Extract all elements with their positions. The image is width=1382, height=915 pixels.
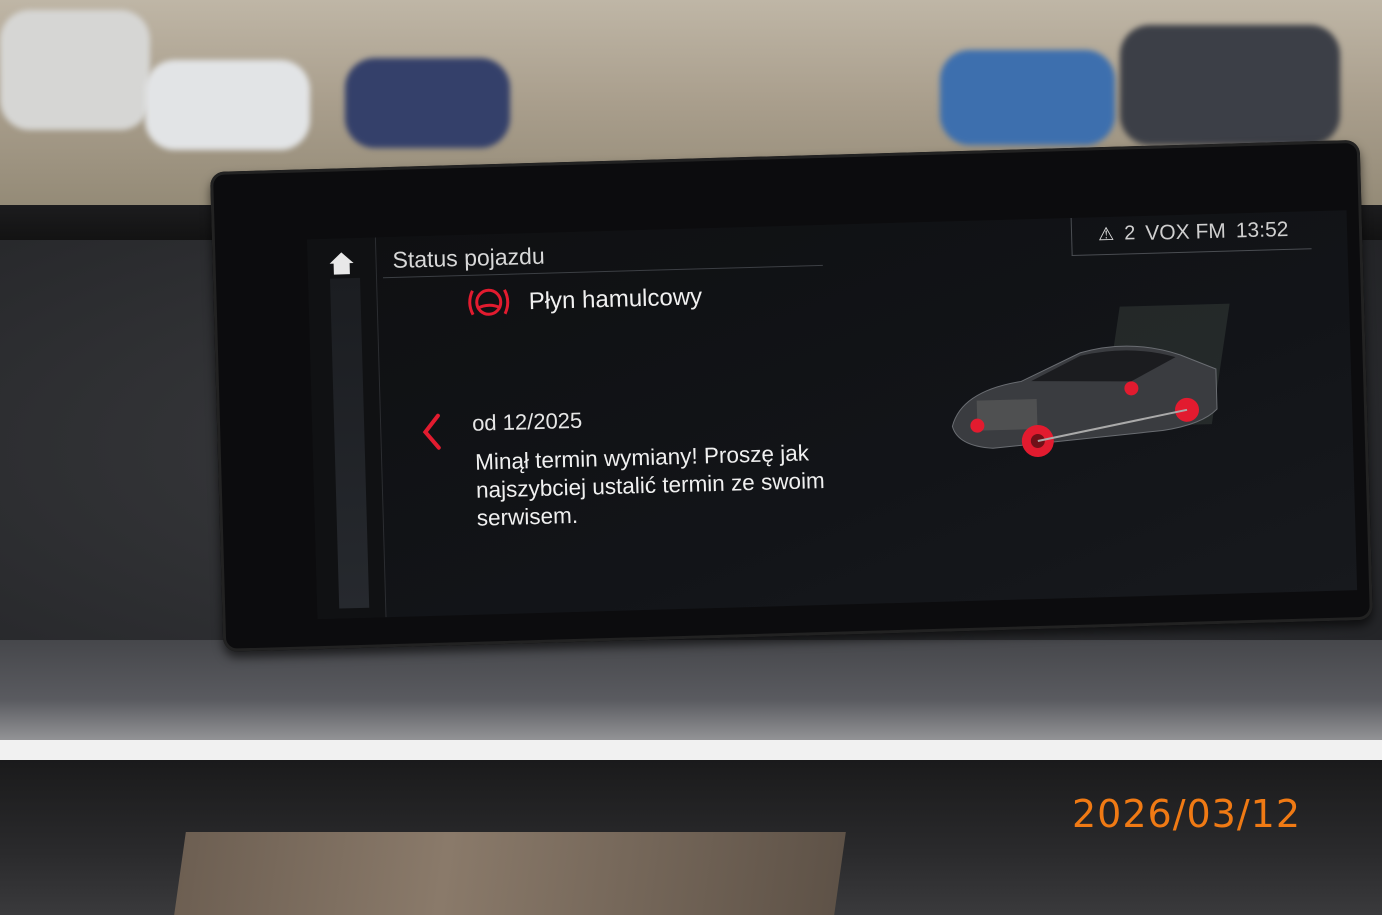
parked-car <box>1120 25 1340 145</box>
scroll-rail[interactable] <box>330 277 370 609</box>
status-bar: ⚠ 2 VOX FM 13:52 <box>1070 210 1312 256</box>
due-date-label: od 12/2025 <box>471 407 583 436</box>
parked-car <box>145 60 310 150</box>
warning-count[interactable]: 2 <box>1124 222 1136 245</box>
page-title: Status pojazdu <box>392 242 546 273</box>
chevron-left-icon[interactable] <box>420 412 443 453</box>
photo-date-stamp: 2026/03/12 <box>1072 792 1302 836</box>
parked-car <box>940 50 1115 145</box>
parked-car <box>345 58 510 148</box>
wood-trim <box>174 832 846 915</box>
side-rail <box>306 237 387 620</box>
infotainment-display: Status pojazdu ⚠ 2 VOX FM 13:52 Płyn ham… <box>210 139 1373 652</box>
parked-vehicle <box>0 10 150 130</box>
home-icon[interactable] <box>327 250 356 277</box>
radio-station[interactable]: VOX FM <box>1145 219 1226 245</box>
service-message: Minął termin wymiany! Proszę jak najszyb… <box>474 440 826 531</box>
car-illustration <box>951 345 1218 457</box>
warning-triangle-icon[interactable]: ⚠ <box>1098 224 1115 245</box>
screen-content: Status pojazdu ⚠ 2 VOX FM 13:52 Płyn ham… <box>306 210 1358 620</box>
clock: 13:52 <box>1235 217 1289 242</box>
item-title: Płyn hamulcowy <box>528 283 703 316</box>
brake-fluid-warning-icon <box>468 288 510 316</box>
